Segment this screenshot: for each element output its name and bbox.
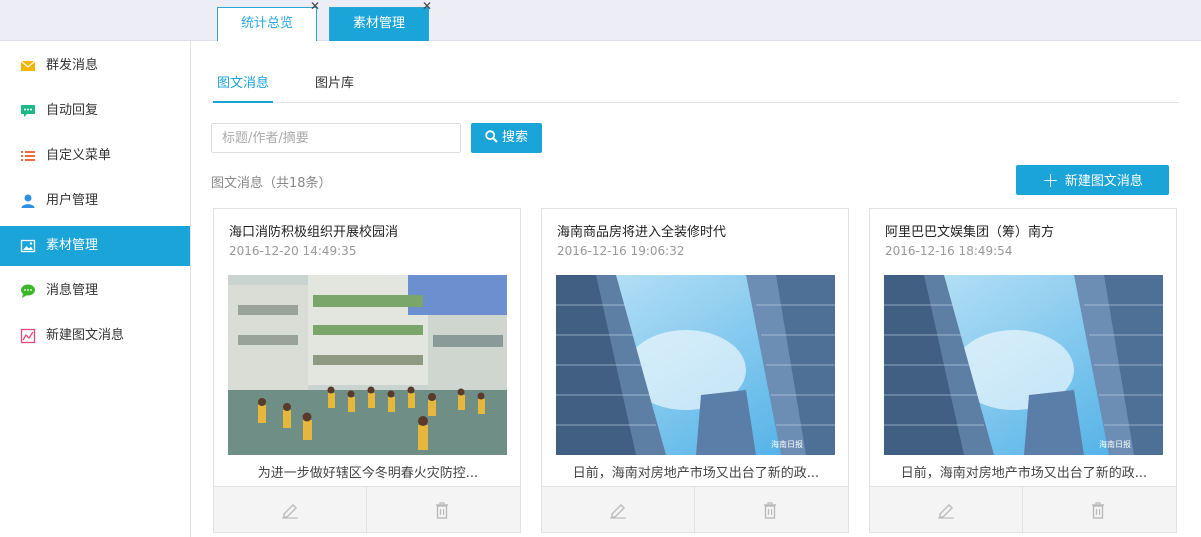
main-content: 图文消息 图片库 搜索 图文消息（共18条） + 新建图文消息 海口消防积极组织开… xyxy=(191,41,1201,537)
sub-tab-bar: 图文消息 图片库 xyxy=(211,71,1179,103)
image-icon xyxy=(20,239,36,253)
svg-text:海南日报: 海南日报 xyxy=(1099,439,1131,449)
sidebar-item-label: 消息管理 xyxy=(46,283,99,298)
sidebar-item-user-management[interactable]: 用户管理 xyxy=(0,181,190,221)
skyscrapers-photo: 海南日报 xyxy=(884,275,1163,455)
delete-button[interactable] xyxy=(1023,487,1176,533)
delete-button[interactable] xyxy=(695,487,848,533)
tab-statistics-overview[interactable]: 统计总览 ✕ xyxy=(217,0,320,41)
trash-icon xyxy=(436,502,448,519)
trash-icon xyxy=(764,502,776,519)
card-date: 2016-12-16 19:06:32 xyxy=(557,244,685,258)
card-title: 阿里巴巴文娱集团（筹）南方 xyxy=(885,225,1055,240)
message-icon xyxy=(21,284,35,298)
sidebar-item-message-management[interactable]: 消息管理 xyxy=(0,271,190,311)
article-card[interactable]: 阿里巴巴文娱集团（筹）南方 2016-12-16 18:49:54 海南日报 日… xyxy=(869,208,1177,533)
tab-articles[interactable]: 图文消息 xyxy=(213,71,273,103)
edit-button[interactable] xyxy=(542,487,695,533)
search-button-label: 搜索 xyxy=(501,130,528,145)
card-date: 2016-12-20 14:49:35 xyxy=(229,244,357,258)
search-icon xyxy=(485,130,498,143)
sidebar-item-material-management[interactable]: 素材管理 xyxy=(0,226,190,266)
close-icon[interactable]: ✕ xyxy=(308,0,322,14)
sidebar-item-label: 新建图文消息 xyxy=(46,328,125,343)
article-count-label: 图文消息（共18条） xyxy=(211,176,332,191)
sidebar-item-label: 群发消息 xyxy=(46,58,99,73)
list-icon xyxy=(21,151,35,161)
sidebar-item-mass-message[interactable]: 群发消息 xyxy=(0,46,190,86)
user-icon xyxy=(21,194,35,208)
envelope-icon xyxy=(20,60,36,71)
pencil-icon xyxy=(610,504,626,519)
card-summary: 日前，海南对房地产市场又出台了新的政... xyxy=(572,466,820,481)
card-title: 海南商品房将进入全装修时代 xyxy=(557,225,727,240)
tab-material-management[interactable]: 素材管理 ✕ xyxy=(329,0,432,41)
top-tab-bar: 统计总览 ✕ 素材管理 ✕ xyxy=(0,0,1201,41)
chart-icon xyxy=(20,328,36,344)
skyscrapers-photo: 海南日报 xyxy=(556,275,835,455)
edit-button[interactable] xyxy=(214,487,367,533)
sidebar-item-custom-menu[interactable]: 自定义菜单 xyxy=(0,136,190,176)
card-actions xyxy=(542,486,848,533)
new-article-button-label: 新建图文消息 xyxy=(1064,174,1143,189)
close-icon[interactable]: ✕ xyxy=(420,0,434,14)
svg-text:海南日报: 海南日报 xyxy=(771,439,803,449)
article-card[interactable]: 海口消防积极组织开展校园消 2016-12-20 14:49:35 为进一步做好… xyxy=(213,208,521,533)
trash-icon xyxy=(1092,502,1104,519)
sidebar-item-label: 自定义菜单 xyxy=(46,148,112,163)
article-card[interactable]: 海南商品房将进入全装修时代 2016-12-16 19:06:32 海南日报 日… xyxy=(541,208,849,533)
card-actions xyxy=(870,486,1176,533)
edit-button[interactable] xyxy=(870,487,1023,533)
card-summary: 为进一步做好辖区今冬明春火灾防控... xyxy=(257,466,479,481)
sidebar-item-auto-reply[interactable]: 自动回复 xyxy=(0,91,190,131)
search-input[interactable] xyxy=(211,123,461,153)
card-title: 海口消防积极组织开展校园消 xyxy=(229,225,399,240)
sidebar-item-new-article[interactable]: 新建图文消息 xyxy=(0,316,190,356)
tab-image-library[interactable]: 图片库 xyxy=(315,71,354,103)
plus-icon: + xyxy=(1042,168,1059,192)
pencil-icon xyxy=(282,504,298,519)
tab-label: 统计总览 xyxy=(240,16,293,31)
pencil-icon xyxy=(938,504,954,519)
schoolyard-photo xyxy=(228,275,507,455)
sidebar-item-label: 素材管理 xyxy=(46,238,99,253)
sidebar: 群发消息 自动回复 自定义菜单 用户管理 素材管理 消息管理 新建图文消息 xyxy=(0,41,191,537)
search-button[interactable]: 搜索 xyxy=(471,123,542,153)
delete-button[interactable] xyxy=(367,487,520,533)
tab-label: 素材管理 xyxy=(352,16,405,31)
card-date: 2016-12-16 18:49:54 xyxy=(885,244,1013,258)
card-actions xyxy=(214,486,520,533)
card-summary: 日前，海南对房地产市场又出台了新的政... xyxy=(900,466,1148,481)
chat-bubble-icon xyxy=(21,105,35,117)
new-article-button[interactable]: + 新建图文消息 xyxy=(1016,165,1169,195)
sidebar-item-label: 自动回复 xyxy=(46,103,99,118)
sidebar-item-label: 用户管理 xyxy=(46,193,99,208)
